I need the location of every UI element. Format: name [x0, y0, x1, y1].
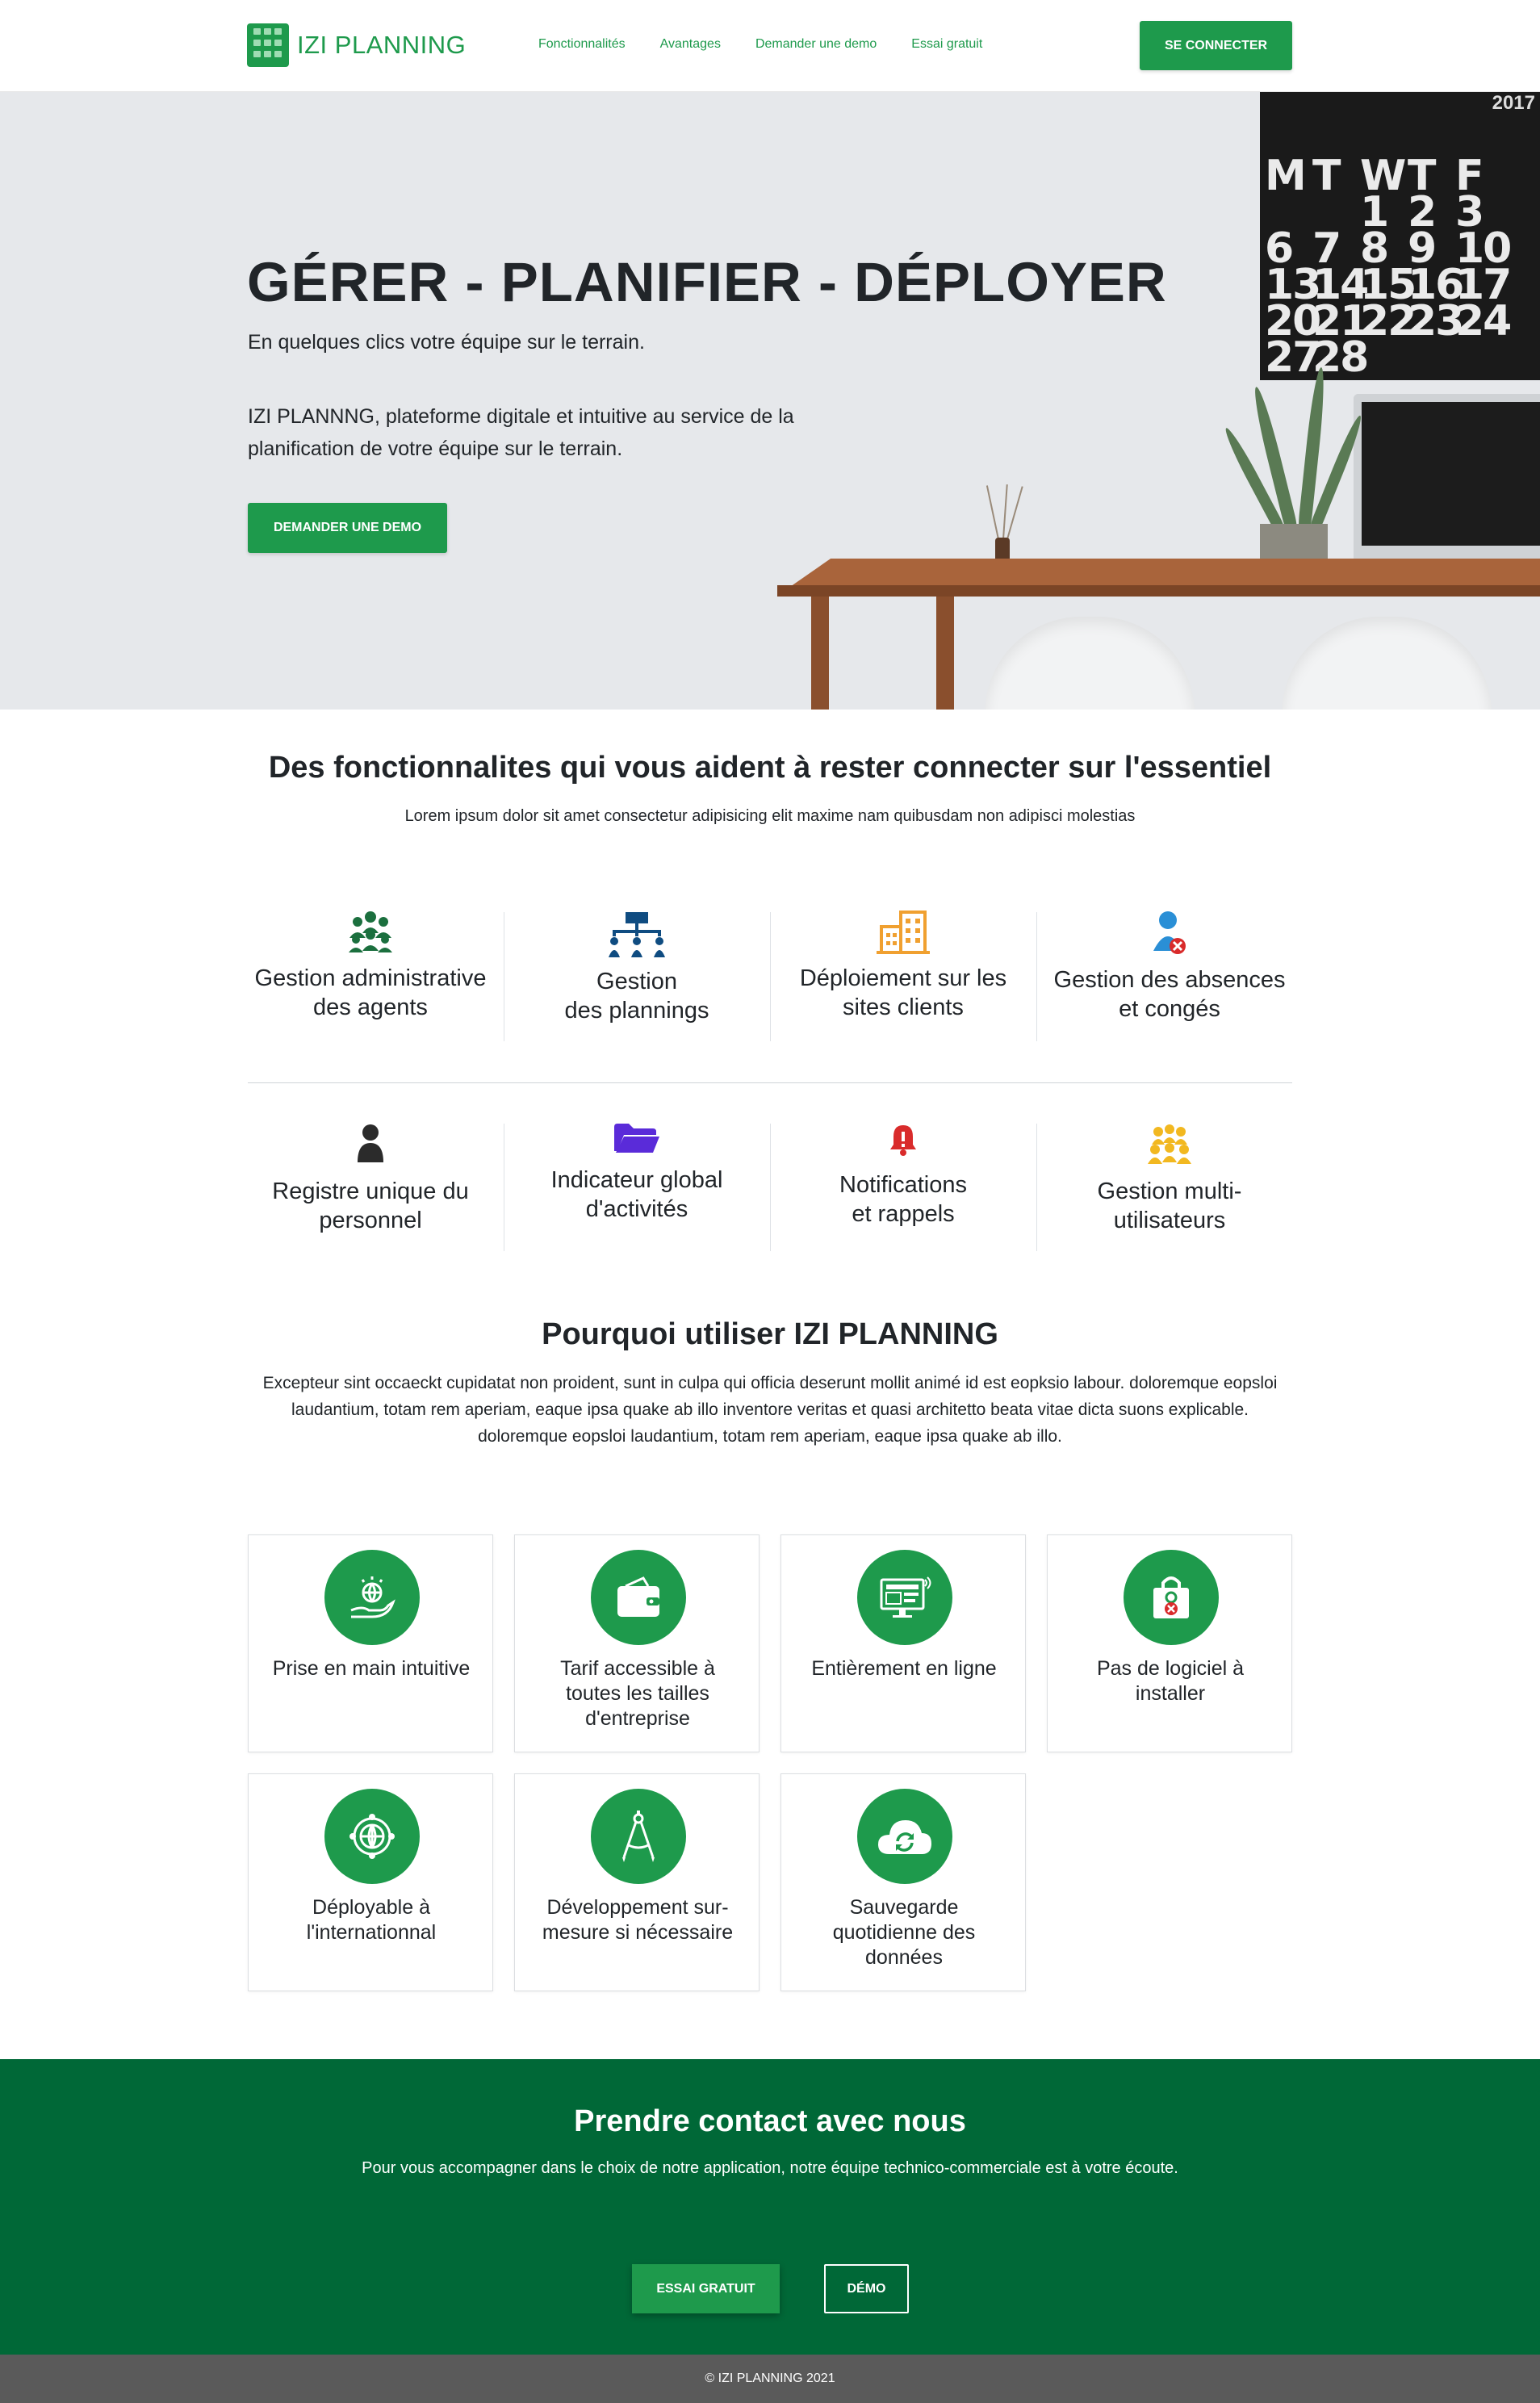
bell-icon	[890, 1125, 916, 1156]
advantage-card: Déployable à l'internationnal	[248, 1773, 493, 1991]
contact-section: Prendre contact avec nous Pour vous acco…	[0, 2059, 1540, 2355]
advantage-label: Entièrement en ligne	[811, 1657, 997, 1680]
advantage-label: Pas de logiciel à installer	[1096, 1657, 1245, 1705]
calendar-year: 2017	[1492, 92, 1535, 114]
feature-label: Registre unique du personnel	[272, 1178, 469, 1233]
advantage-card: Tarif accessible à toutes les tailles d'…	[514, 1534, 760, 1752]
advantage-card: Développement sur- mesure si nécessaire	[514, 1773, 760, 1991]
brand-link[interactable]: IZI PLANNING	[247, 23, 466, 68]
feature-label: Notifications et rappels	[839, 1172, 967, 1227]
diffuser-stick-image	[1002, 484, 1008, 540]
contact-title: Prendre contact avec nous	[574, 2104, 966, 2138]
people-group-icon	[349, 911, 392, 952]
calendar-logo-icon	[247, 23, 289, 67]
calendar-week-row: 27 28	[1265, 333, 1503, 382]
why-title: Pourquoi utiliser IZI PLANNING	[542, 1317, 998, 1351]
hero-description: IZI PLANNNG, plateforme digitale et intu…	[248, 405, 794, 460]
free-trial-button[interactable]: ESSAI GRATUIT	[632, 2264, 780, 2313]
chair-image	[1282, 617, 1492, 710]
nav-link-demander-demo[interactable]: Demander une demo	[755, 37, 877, 52]
feature-label: Indicateur global d'activités	[550, 1167, 723, 1222]
features-subtitle: Lorem ipsum dolor sit amet consectetur a…	[404, 807, 1136, 825]
calendar-cell: 24	[1455, 297, 1512, 345]
advantage-card: Prise en main intuitive	[248, 1534, 493, 1752]
advantage-card: Pas de logiciel à installer	[1047, 1534, 1292, 1752]
calendar-cell	[1408, 340, 1455, 376]
person-icon	[358, 1124, 383, 1162]
org-chart-icon	[609, 912, 665, 957]
features-title: Des fonctionnalites qui vous aident à re…	[268, 751, 1272, 785]
desk-edge-image	[777, 585, 1540, 597]
user-absent-icon	[1153, 911, 1186, 954]
copyright-text: © IZI PLANNING 2021	[705, 2372, 835, 2385]
calendar-grid: M T W T F 1 2 3 6 7 8 9 10 13 14 15 16 17 20 21 22 23 24 27 28	[1265, 152, 1512, 382]
contact-text: Pour vous accompagner dans le choix de n…	[362, 2159, 1178, 2177]
cloud-sync-icon	[857, 1789, 952, 1884]
login-button[interactable]: SE CONNECTER	[1140, 21, 1292, 70]
feature-label: Gestion administrative des agents	[254, 965, 487, 1020]
calendar-cell: 23	[1408, 297, 1464, 345]
brand-name: IZI PLANNING	[297, 31, 467, 59]
calendar-cell: 27	[1265, 333, 1321, 382]
nav-link-essai-gratuit[interactable]: Essai gratuit	[911, 37, 982, 52]
advantage-label: Déployable à l'internationnal	[306, 1896, 437, 1944]
nav-link-fonctionnalites[interactable]: Fonctionnalités	[538, 37, 626, 52]
diffuser-stick-image	[1006, 486, 1023, 540]
monitor-image	[1354, 394, 1540, 567]
nav-links: Fonctionnalités Avantages Demander une d…	[538, 37, 1017, 52]
row-divider	[248, 1082, 1292, 1083]
compass-icon	[591, 1789, 686, 1884]
advantage-label: Développement sur- mesure si nécessaire	[542, 1896, 734, 1944]
feature-label: Gestion multi- utilisateurs	[1097, 1178, 1242, 1233]
chair-image	[985, 617, 1195, 710]
wallet-icon	[591, 1550, 686, 1645]
why-text: Excepteur sint occaeckt cupidatat non pr…	[262, 1374, 1278, 1446]
users-group-icon	[1148, 1124, 1191, 1164]
footer: © IZI PLANNING 2021	[0, 2355, 1540, 2403]
calendar-cell: T	[1312, 152, 1341, 200]
hero-section: 2017 M T W T F 1 2 3 6 7 8 9 10 13 14 15 16 17 20 21 22 23 24 2…	[0, 92, 1540, 710]
request-demo-button[interactable]: DEMANDER UNE DEMO	[248, 503, 447, 553]
folder-icon	[614, 1124, 659, 1153]
globe-icon	[324, 1789, 420, 1884]
diffuser-stick-image	[986, 485, 999, 540]
calendar-cell	[1360, 340, 1408, 376]
feature-label: Gestion des plannings	[564, 969, 709, 1024]
calendar-cell	[1455, 340, 1503, 376]
demo-button[interactable]: DÉMO	[824, 2264, 909, 2313]
hero-title: GÉRER - PLANIFIER - DÉPLOYER	[247, 251, 1167, 313]
desk-leg-image	[811, 597, 829, 710]
advantage-label: Sauvegarde quotidienne des données	[832, 1896, 976, 1969]
no-install-icon	[1124, 1550, 1219, 1645]
desk-leg-image	[936, 597, 954, 710]
feature-label: Déploiement sur les sites clients	[799, 965, 1007, 1020]
navbar: IZI PLANNING Fonctionnalités Avantages D…	[0, 0, 1540, 92]
feature-label: Gestion des absences et congés	[1053, 967, 1286, 1022]
online-monitor-icon	[857, 1550, 952, 1645]
advantage-card: Entièrement en ligne	[780, 1534, 1026, 1752]
wall-calendar-image: 2017 M T W T F 1 2 3 6 7 8 9 10 13 14 15 16 17 20 21 22 23 24 2…	[1260, 92, 1540, 380]
hand-globe-icon	[324, 1550, 420, 1645]
advantage-label: Prise en main intuitive	[272, 1657, 471, 1680]
advantage-label: Tarif accessible à toutes les tailles d'…	[560, 1657, 715, 1730]
buildings-icon	[877, 911, 930, 954]
nav-link-avantages[interactable]: Avantages	[660, 37, 721, 52]
calendar-cell: M	[1265, 152, 1307, 200]
hero-subtitle: En quelques clics votre équipe sur le te…	[248, 331, 645, 354]
advantage-card: Sauvegarde quotidienne des données	[780, 1773, 1026, 1991]
